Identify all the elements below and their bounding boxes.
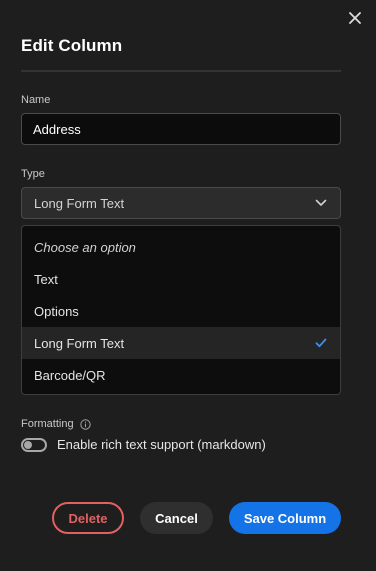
chevron-down-icon — [314, 196, 328, 210]
option-label: Text — [34, 271, 58, 287]
option-text[interactable]: Text — [22, 263, 340, 295]
type-select[interactable]: Long Form Text — [21, 187, 341, 219]
option-options[interactable]: Options — [22, 295, 340, 327]
type-options-menu: Choose an option Text Options Long Form … — [21, 225, 341, 395]
rich-text-toggle[interactable] — [21, 437, 47, 452]
type-label: Type — [21, 168, 45, 180]
delete-button[interactable]: Delete — [52, 502, 124, 534]
option-label: Choose an option — [34, 239, 136, 255]
option-label: Barcode/QR — [34, 367, 106, 383]
name-label: Name — [21, 94, 51, 106]
info-icon[interactable] — [79, 418, 91, 430]
toggle-knob — [24, 440, 32, 449]
formatting-label-text: Formatting — [21, 418, 74, 430]
option-label: Long Form Text — [34, 335, 125, 351]
formatting-label: Formatting — [21, 418, 91, 430]
dialog-title: Edit Column — [21, 36, 123, 55]
rich-text-toggle-row: Enable rich text support (markdown) — [21, 437, 266, 452]
edit-column-dialog: Edit Column Name Type Long Form Text Cho… — [0, 0, 376, 571]
option-long-form-text[interactable]: Long Form Text — [22, 327, 340, 359]
option-choose[interactable]: Choose an option — [22, 231, 340, 263]
option-barcode-qr[interactable]: Barcode/QR — [22, 359, 340, 391]
close-icon — [349, 12, 361, 24]
option-label: Options — [34, 303, 79, 319]
close-button[interactable] — [346, 9, 364, 27]
title-divider — [21, 70, 341, 72]
save-column-button[interactable]: Save Column — [229, 502, 341, 534]
rich-text-toggle-label: Enable rich text support (markdown) — [57, 437, 266, 452]
type-select-value: Long Form Text — [34, 195, 125, 211]
checkmark-icon — [314, 336, 328, 350]
name-input[interactable] — [21, 113, 341, 145]
cancel-button[interactable]: Cancel — [140, 502, 213, 534]
